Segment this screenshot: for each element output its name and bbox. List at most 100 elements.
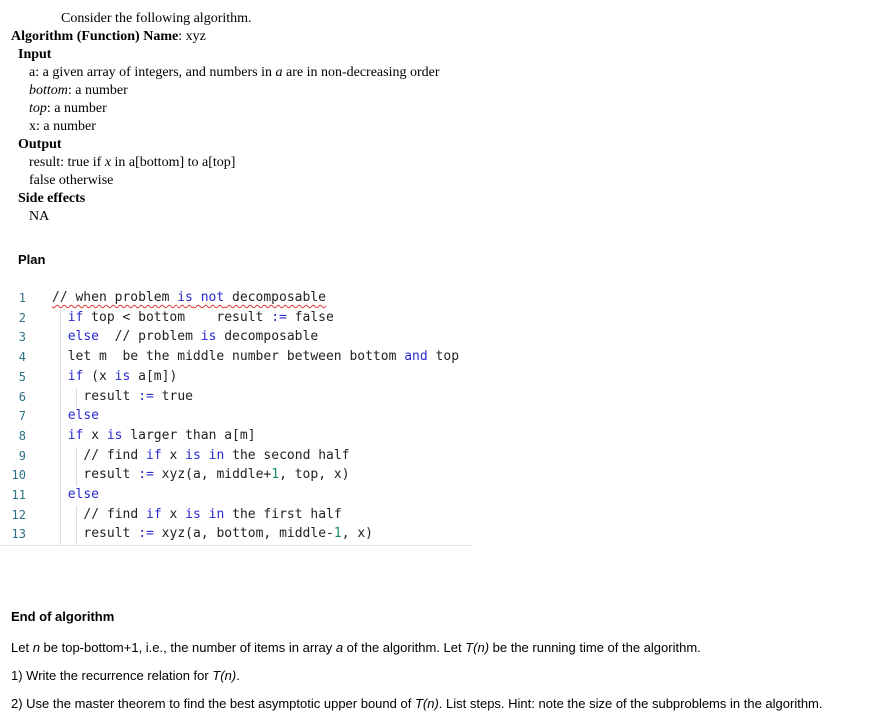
code-text: larger than a[m]: [122, 427, 256, 443]
code-text: true: [153, 388, 193, 404]
text-segment: of the algorithm. Let: [343, 640, 466, 655]
code-keyword: :=: [138, 526, 154, 542]
text-segment: bottom: [29, 83, 68, 98]
code-line: if top < bottom result := false: [68, 309, 334, 327]
code-text: // find: [83, 447, 147, 463]
text-segment: T(n): [212, 668, 237, 683]
code-line: result := xyz(a, middle+1, top, x): [83, 466, 349, 484]
algorithm-name: Algorithm (Function) Name: xyz: [11, 28, 206, 46]
text-segment: be top-bottom+1, i.e., the number of ite…: [39, 640, 336, 655]
output-line: result: true if x in a[bottom] to a[top]: [29, 154, 235, 172]
code-line: else: [68, 486, 99, 504]
line-number: 4: [18, 350, 26, 365]
question-2: 2) Use the master theorem to find the be…: [11, 696, 823, 712]
line-number: 6: [18, 389, 26, 404]
line-number: 7: [18, 409, 26, 424]
code-keyword: if: [146, 447, 162, 463]
indent-guide: [60, 505, 61, 526]
code-keyword: :=: [138, 467, 154, 483]
code-text: the first half: [224, 506, 342, 522]
code-keyword: if: [67, 368, 84, 384]
code-keyword: not: [200, 290, 225, 305]
code-keyword: is: [185, 506, 201, 522]
code-text: decomposable: [216, 329, 319, 345]
indent-guide: [60, 367, 61, 388]
side-effects-heading: Side effects: [18, 191, 86, 206]
text-segment: .: [236, 668, 240, 683]
code-keyword: is: [185, 447, 201, 463]
code-text: // problem: [99, 329, 201, 345]
line-number: 5: [18, 369, 26, 384]
code-keyword: if: [146, 506, 162, 522]
code-text: result: [83, 526, 139, 542]
question-1: 1) Write the recurrence relation for T(n…: [11, 668, 240, 684]
text-segment: 2) Use the master theorem to find the be…: [11, 696, 415, 711]
code-keyword: else: [67, 408, 99, 424]
code-keyword: is: [106, 427, 123, 443]
text-segment: . List steps. Hint: note the size of the…: [438, 696, 823, 711]
code-text: result: [83, 467, 139, 483]
output-heading: Output: [18, 137, 62, 152]
code-keyword: in: [208, 506, 225, 522]
line-number: 1: [18, 291, 26, 305]
line-number: 3: [18, 330, 26, 345]
text-segment: n: [32, 640, 40, 655]
text-segment: : a number: [46, 101, 107, 116]
code-block: 1 // when problem is not decomposable 2 if …: [0, 286, 472, 546]
code-text: decomposable: [224, 290, 326, 305]
text-segment: a: a given array of integers, and number…: [29, 65, 276, 80]
code-text: false: [286, 309, 334, 325]
line-number: 13: [11, 527, 26, 542]
indent-guide: [60, 446, 61, 467]
code-line: if (x is a[m]): [68, 368, 178, 386]
code-text: top: [427, 349, 460, 365]
text-segment: in a[bottom] to a[top]: [111, 155, 236, 170]
line-number: 10: [11, 468, 26, 483]
code-text: // find: [83, 506, 147, 522]
input-line: top: a number: [29, 100, 107, 118]
code-keyword: is: [177, 290, 193, 305]
indent-guide: [60, 387, 61, 408]
line-number: 12: [11, 507, 26, 522]
text-segment: x: a number: [29, 119, 96, 134]
input-line: x: a number: [29, 118, 96, 136]
input-heading: Input: [18, 47, 52, 62]
text-segment: T(n): [414, 696, 439, 711]
text-segment: result: true if: [29, 155, 105, 170]
indent-guide: [60, 525, 61, 546]
code-text: (x: [83, 368, 115, 384]
indent-guide: [60, 486, 61, 506]
code-keyword: else: [67, 487, 99, 502]
text-segment: top: [29, 101, 47, 116]
code-keyword: else: [67, 329, 99, 345]
indent-guide: [60, 328, 61, 349]
code-text: // when problem: [52, 290, 178, 305]
indent-guide: [75, 387, 77, 408]
algorithm-name-value: : xyz: [178, 29, 206, 44]
indent-guide: [60, 407, 61, 427]
input-line: bottom: a number: [29, 82, 128, 100]
question-intro: Let n be top-bottom+1, i.e., the number …: [11, 640, 701, 656]
code-text: top < bottom result: [83, 309, 272, 325]
code-number: 1: [271, 467, 280, 483]
indent-guide: [60, 308, 61, 329]
code-line: let m be the middle number between botto…: [68, 348, 459, 366]
code-text: , top, x): [279, 467, 350, 483]
intro-text: Consider the following algorithm.: [61, 11, 252, 26]
code-text: xyz(a, bottom, middle-: [153, 526, 334, 542]
text-segment: 1) Write the recurrence relation for: [11, 668, 213, 683]
code-text: the second half: [224, 447, 350, 463]
side-effects-value: NA: [29, 209, 50, 224]
code-text: x: [161, 506, 186, 522]
code-keyword: in: [208, 447, 225, 463]
line-number: 2: [18, 310, 26, 325]
code-line: // find if x is in the first half: [83, 506, 341, 524]
code-text: let m be the middle number between botto…: [67, 349, 405, 365]
text-segment: a: [335, 640, 344, 655]
code-line: result := xyz(a, bottom, middle-1, x): [83, 525, 373, 543]
code-text: a[m]): [130, 368, 178, 384]
code-line: else: [68, 407, 99, 425]
line-number: 11: [11, 488, 26, 502]
code-keyword: :=: [271, 309, 287, 325]
